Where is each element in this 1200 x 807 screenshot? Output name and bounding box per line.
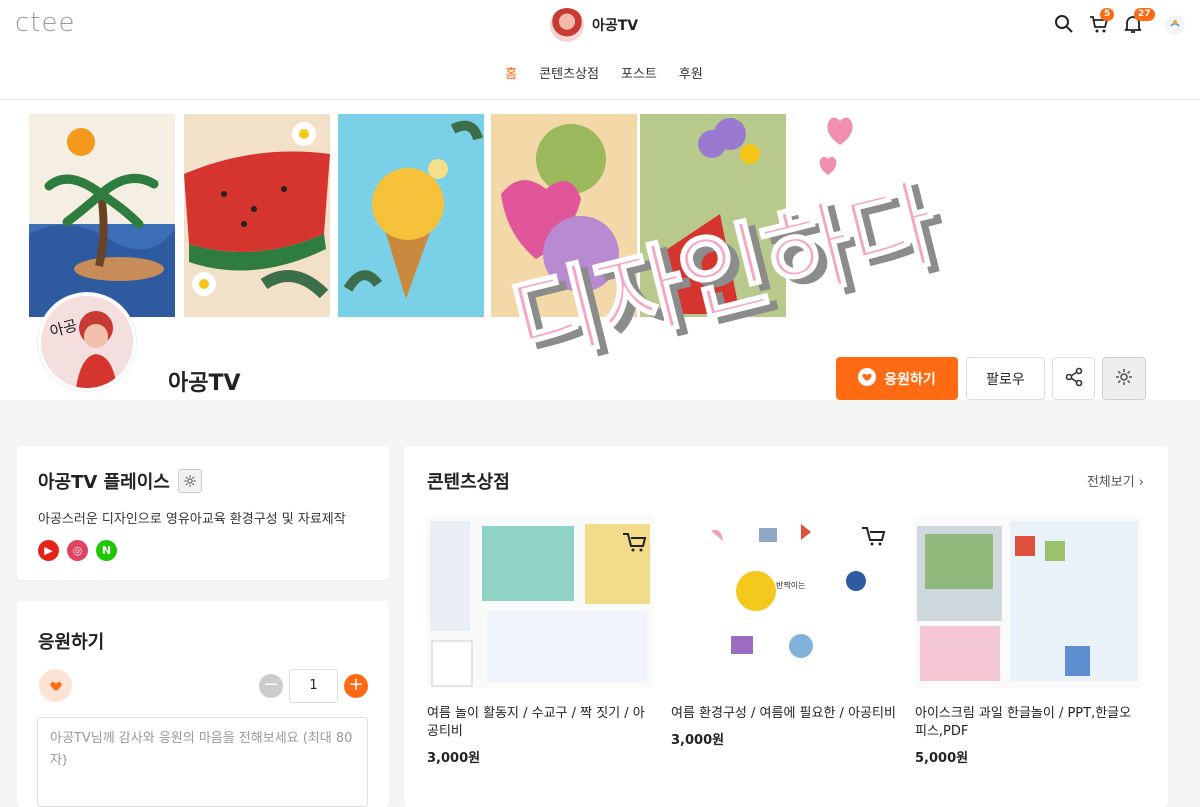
view-all-link[interactable]: 전체보기 › xyxy=(1087,471,1144,490)
svg-text:반짝이는: 반짝이는 xyxy=(776,580,805,590)
content-store-card: 콘텐츠상점 전체보기 › 여름 놀이 활동지 / 수교구 / 짝 짓기 / 아공… xyxy=(404,446,1168,807)
product-title: 아이스크림 과일 한글놀이 / PPT,한글오피스,PDF xyxy=(915,706,1132,739)
share-icon xyxy=(1064,367,1084,391)
product-title: 여름 환경구성 / 여름에 필요한 / 아공티비 xyxy=(671,706,896,721)
follow-button[interactable]: 팔로우 xyxy=(966,357,1045,400)
menu-post[interactable]: 포스트 xyxy=(621,63,657,82)
cart-badge: 5 xyxy=(1100,8,1115,21)
bell-icon[interactable]: 27 xyxy=(1123,8,1155,36)
decrease-button[interactable]: − xyxy=(259,674,283,698)
top-header: ctee 아공TV 5 27 홈 콘텐츠상점 포스트 후원 xyxy=(0,0,1200,100)
cover-banner: 디자인하다 xyxy=(0,100,1200,400)
youtube-icon[interactable]: ▶ xyxy=(38,540,59,561)
user-avatar-icon[interactable] xyxy=(1164,14,1186,36)
creator-link[interactable]: 아공TV xyxy=(550,8,638,42)
banner-panel-icecream xyxy=(338,114,484,317)
search-icon[interactable] xyxy=(1054,14,1076,36)
product-title: 여름 놀이 활동지 / 수교구 / 짝 짓기 / 아공티비 xyxy=(427,706,645,739)
heart-icon xyxy=(39,669,72,702)
product-card[interactable]: 여름 놀이 활동지 / 수교구 / 짝 짓기 / 아공티비 3,000원 xyxy=(427,516,653,766)
ctee-logo[interactable]: ctee xyxy=(15,8,75,38)
notification-badge: 27 xyxy=(1134,8,1155,21)
place-card: 아공TV 플레이스 아공스러운 디자인으로 영유아교육 환경구성 및 자료제작 … xyxy=(17,446,389,580)
share-button[interactable] xyxy=(1052,357,1095,400)
support-button[interactable]: 응원하기 xyxy=(836,357,958,400)
profile-name: 아공TV xyxy=(168,371,241,396)
creator-name: 아공TV xyxy=(592,18,639,34)
instagram-icon[interactable]: ◎ xyxy=(67,540,88,561)
place-description: 아공스러운 디자인으로 영유아교육 환경구성 및 자료제작 xyxy=(38,512,346,527)
settings-button[interactable] xyxy=(1102,357,1146,400)
support-button-label: 응원하기 xyxy=(884,371,936,388)
heart-icon xyxy=(858,367,877,390)
place-title: 아공TV 플레이스 xyxy=(38,472,170,493)
support-card: 응원하기 − 1 + 아공TV님께 감사와 응원의 마음을 전해보세요 (최대 … xyxy=(17,601,389,807)
store-title: 콘텐츠상점 xyxy=(427,472,510,493)
menu-home[interactable]: 홈 xyxy=(505,63,517,82)
product-card[interactable]: 반짝이는 여름 환경구성 / 여름에 필요한 / 아공티비 3,000원 xyxy=(671,516,897,748)
product-price: 3,000원 xyxy=(671,733,725,748)
gear-icon xyxy=(184,475,196,487)
menu-content-store[interactable]: 콘텐츠상점 xyxy=(539,63,599,82)
header-icons: 5 27 xyxy=(1020,8,1200,40)
place-title-row: 아공TV 플레이스 xyxy=(38,468,202,494)
message-textarea[interactable]: 아공TV님께 감사와 응원의 마음을 전해보세요 (최대 80자) xyxy=(37,717,368,807)
support-title: 응원하기 xyxy=(38,632,105,653)
product-price: 5,000원 xyxy=(915,751,969,766)
product-thumbnail: 반짝이는 xyxy=(671,516,897,688)
product-price: 3,000원 xyxy=(427,751,481,766)
profile-avatar: 아공 xyxy=(38,293,136,391)
menu-support[interactable]: 후원 xyxy=(679,63,703,82)
social-links: ▶ ◎ N xyxy=(38,540,117,561)
product-card[interactable]: 아이스크림 과일 한글놀이 / PPT,한글오피스,PDF 5,000원 xyxy=(915,516,1141,766)
main-menu: 홈 콘텐츠상점 포스트 후원 xyxy=(0,63,1200,82)
creator-mini-avatar xyxy=(550,8,584,42)
quantity-input[interactable]: 1 xyxy=(289,669,338,703)
banner-panel-watermelon xyxy=(184,114,330,317)
gear-icon xyxy=(1114,367,1134,391)
cart-icon[interactable]: 5 xyxy=(1089,8,1115,36)
product-thumbnail xyxy=(915,516,1141,688)
banner-panel-palm xyxy=(29,114,175,317)
place-settings-button[interactable] xyxy=(177,469,202,493)
increase-button[interactable]: + xyxy=(344,674,368,698)
naver-icon[interactable]: N xyxy=(96,540,117,561)
product-thumbnail xyxy=(427,516,653,688)
